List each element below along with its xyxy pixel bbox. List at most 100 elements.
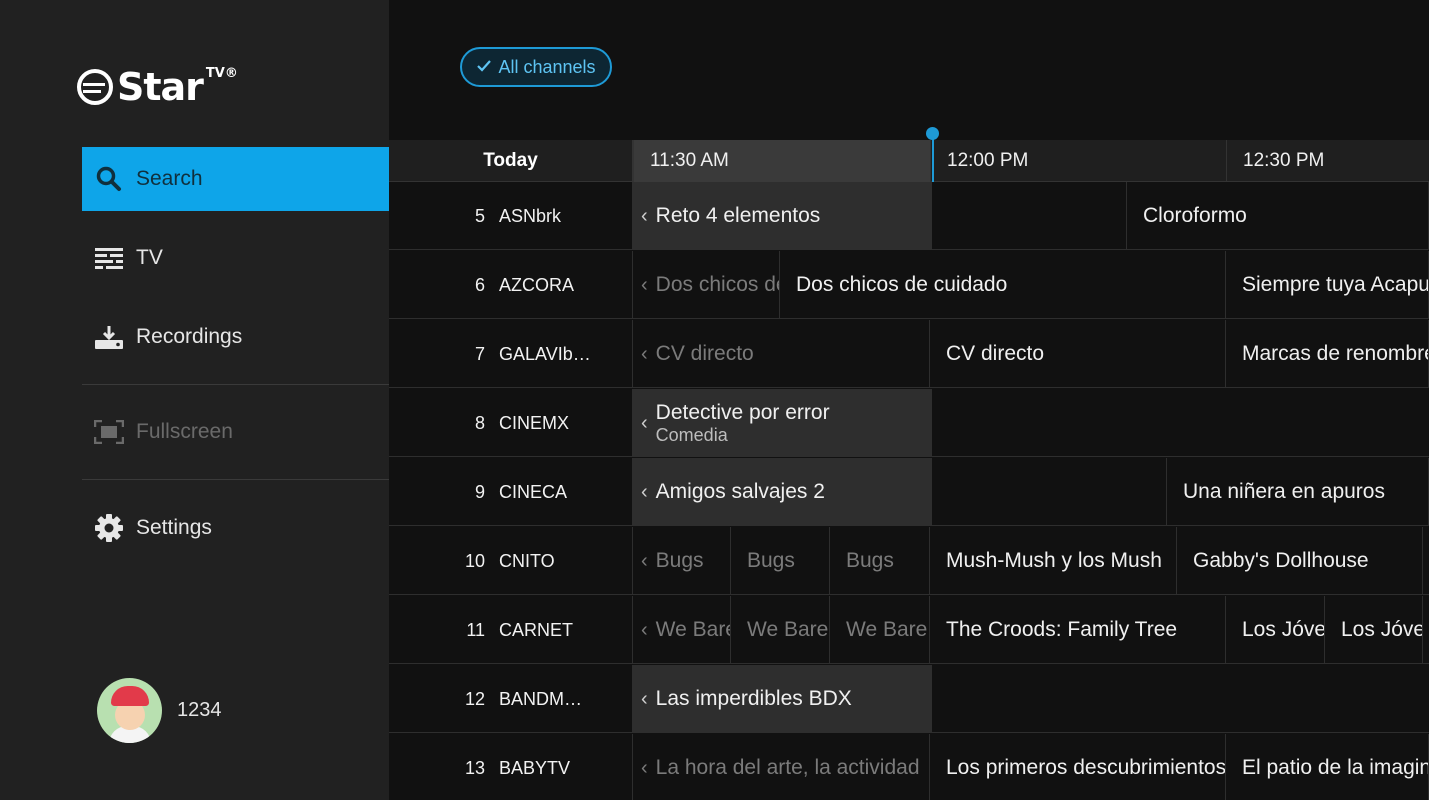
download-icon	[94, 322, 124, 352]
program-cell[interactable]: Bugs	[731, 527, 830, 595]
time-slot: 11:30 AM	[633, 140, 930, 182]
channel-row: 8 CINEMX ‹ Detective por error Comedia	[389, 389, 1429, 457]
channel-row: 9 CINECA ‹ Amigos salvajes 2 Una niñera en…	[389, 458, 1429, 526]
program-cell[interactable]: CV directo	[930, 320, 1226, 388]
channel-cell[interactable]: 9 CINECA	[389, 458, 633, 526]
nav-settings[interactable]: Settings	[82, 496, 389, 560]
nav-tv[interactable]: TV	[82, 226, 389, 290]
chevron-left-icon: ‹	[641, 342, 648, 365]
program-cell[interactable]: Los Jóvenes	[1325, 596, 1423, 664]
nav-recordings-label: Recordings	[136, 325, 243, 348]
check-icon	[476, 57, 492, 78]
time-slot: 12:00 PM	[930, 140, 1226, 182]
program-cell[interactable]: ‹ La hora del arte, la actividad	[633, 734, 930, 800]
channel-name: CARNET	[499, 619, 574, 640]
day-label: Today	[389, 140, 633, 182]
epg-grid: Today 11:30 AM 12:00 PM 12:30 PM 5 ASNbrk…	[389, 140, 1429, 800]
logo-text: Star	[117, 65, 204, 109]
program-cell[interactable]: We Bare	[830, 596, 930, 664]
program-cell[interactable]: Mush-Mush y los Mush	[930, 527, 1177, 595]
channel-row: 11 CARNET ‹ We Bare We Bare We Bare The Cr…	[389, 596, 1429, 664]
chevron-left-icon: ‹	[641, 756, 648, 779]
program-cell[interactable]: ‹ Las imperdibles BDX	[633, 665, 932, 733]
time-slot: 12:30 PM	[1226, 140, 1429, 182]
nav-recordings[interactable]: Recordings	[82, 305, 389, 369]
channel-name: GALAVIb…	[499, 343, 591, 364]
divider	[82, 384, 389, 385]
channel-row: 7 GALAVIb… ‹ CV directo CV directo Marcas …	[389, 320, 1429, 388]
channel-row: 5 ASNbrk ‹ Reto 4 elementos Cloroformo	[389, 182, 1429, 250]
sidebar: Star TV® Search TV Recordings Fullscreen…	[0, 0, 389, 800]
logo-mark-icon	[77, 69, 113, 105]
program-cell[interactable]: Siempre tuya Acapulco	[1226, 251, 1429, 319]
channel-row: 13 BABYTV ‹ La hora del arte, la actividad…	[389, 734, 1429, 800]
channel-name: AZCORA	[499, 274, 575, 295]
channel-number: 5	[474, 205, 485, 226]
tv-guide-icon	[94, 243, 124, 273]
program-cell[interactable]: ‹ Detective por error Comedia	[633, 389, 932, 457]
program-cell[interactable]	[932, 458, 1167, 526]
channel-number: 8	[474, 412, 485, 433]
channel-number: 13	[464, 757, 485, 778]
program-cell[interactable]: El patio de la imaginación	[1226, 734, 1429, 800]
channel-number: 11	[466, 619, 485, 640]
channel-cell[interactable]: 11 CARNET	[389, 596, 633, 664]
channel-number: 6	[474, 274, 485, 295]
program-cell[interactable]: ‹ Bugs	[633, 527, 731, 595]
channel-cell[interactable]: 6 AZCORA	[389, 251, 633, 319]
program-cell[interactable]: Dos chicos de cuidado	[780, 251, 1226, 319]
program-cell[interactable]: Los Jóvenes	[1226, 596, 1325, 664]
program-cell[interactable]: Cloroformo	[1127, 182, 1429, 250]
nav-search-label: Search	[136, 167, 203, 190]
channel-number: 10	[464, 550, 485, 571]
nav-settings-label: Settings	[136, 516, 212, 539]
channel-row: 6 AZCORA ‹Dos chicos de cuidado Dos chico…	[389, 251, 1429, 319]
nav-fullscreen[interactable]: Fullscreen	[82, 400, 389, 464]
program-cell[interactable]: Gabby's Dollhouse	[1177, 527, 1423, 595]
program-cell[interactable]: We Bare	[731, 596, 830, 664]
time-header: Today 11:30 AM 12:00 PM 12:30 PM	[389, 140, 1429, 182]
all-channels-label: All channels	[498, 56, 596, 77]
program-cell[interactable]: Los primeros descubrimientos	[930, 734, 1226, 800]
program-cell[interactable]: ‹ CV directo	[633, 320, 930, 388]
program-cell[interactable]: ‹Dos chicos de cuidado	[633, 251, 780, 319]
program-cell[interactable]: ‹ Amigos salvajes 2	[633, 458, 932, 526]
program-cell[interactable]: Bugs	[830, 527, 930, 595]
chevron-left-icon: ‹	[641, 549, 648, 572]
program-cell[interactable]: Marcas de renombre	[1226, 320, 1429, 388]
chevron-left-icon: ‹	[641, 204, 648, 227]
program-cell[interactable]: The Croods: Family Tree	[930, 596, 1226, 664]
channel-row: 12 BANDM… ‹ Las imperdibles BDX	[389, 665, 1429, 733]
divider	[82, 479, 389, 480]
channel-cell[interactable]: 7 GALAVIb…	[389, 320, 633, 388]
avatar	[97, 678, 162, 743]
channel-cell[interactable]: 13 BABYTV	[389, 734, 633, 800]
logo-superscript: TV®	[205, 66, 238, 81]
channel-name: BANDM…	[499, 688, 583, 709]
nav-search[interactable]: Search	[82, 147, 389, 211]
chevron-left-icon: ‹	[641, 618, 648, 641]
channel-cell[interactable]: 10 CNITO	[389, 527, 633, 595]
channel-cell[interactable]: 12 BANDM…	[389, 665, 633, 733]
current-time-marker	[926, 127, 939, 140]
program-cell[interactable]	[932, 182, 1127, 250]
channel-name: CINEMX	[499, 412, 570, 433]
channel-number: 7	[474, 343, 485, 364]
gear-icon	[94, 513, 124, 543]
channel-number: 9	[474, 481, 485, 502]
nav-tv-label: TV	[136, 246, 163, 269]
channel-cell[interactable]: 8 CINEMX	[389, 389, 633, 457]
program-cell[interactable]: Una niñera en apuros	[1167, 458, 1429, 526]
channel-name: CNITO	[499, 550, 555, 571]
startv-logo: Star TV®	[77, 64, 238, 110]
program-cell[interactable]: ‹ We Bare	[633, 596, 731, 664]
program-cell[interactable]: ‹ Reto 4 elementos	[633, 182, 932, 250]
fullscreen-icon	[94, 417, 124, 447]
chevron-left-icon: ‹	[641, 411, 648, 434]
all-channels-filter[interactable]: All channels	[460, 47, 612, 87]
channel-row: 10 CNITO ‹ Bugs Bugs Bugs Mush-Mush y los …	[389, 527, 1429, 595]
program-genre: Comedia	[655, 424, 728, 445]
channel-cell[interactable]: 5 ASNbrk	[389, 182, 633, 250]
search-icon	[94, 164, 124, 194]
profile[interactable]: 1234	[97, 678, 222, 743]
